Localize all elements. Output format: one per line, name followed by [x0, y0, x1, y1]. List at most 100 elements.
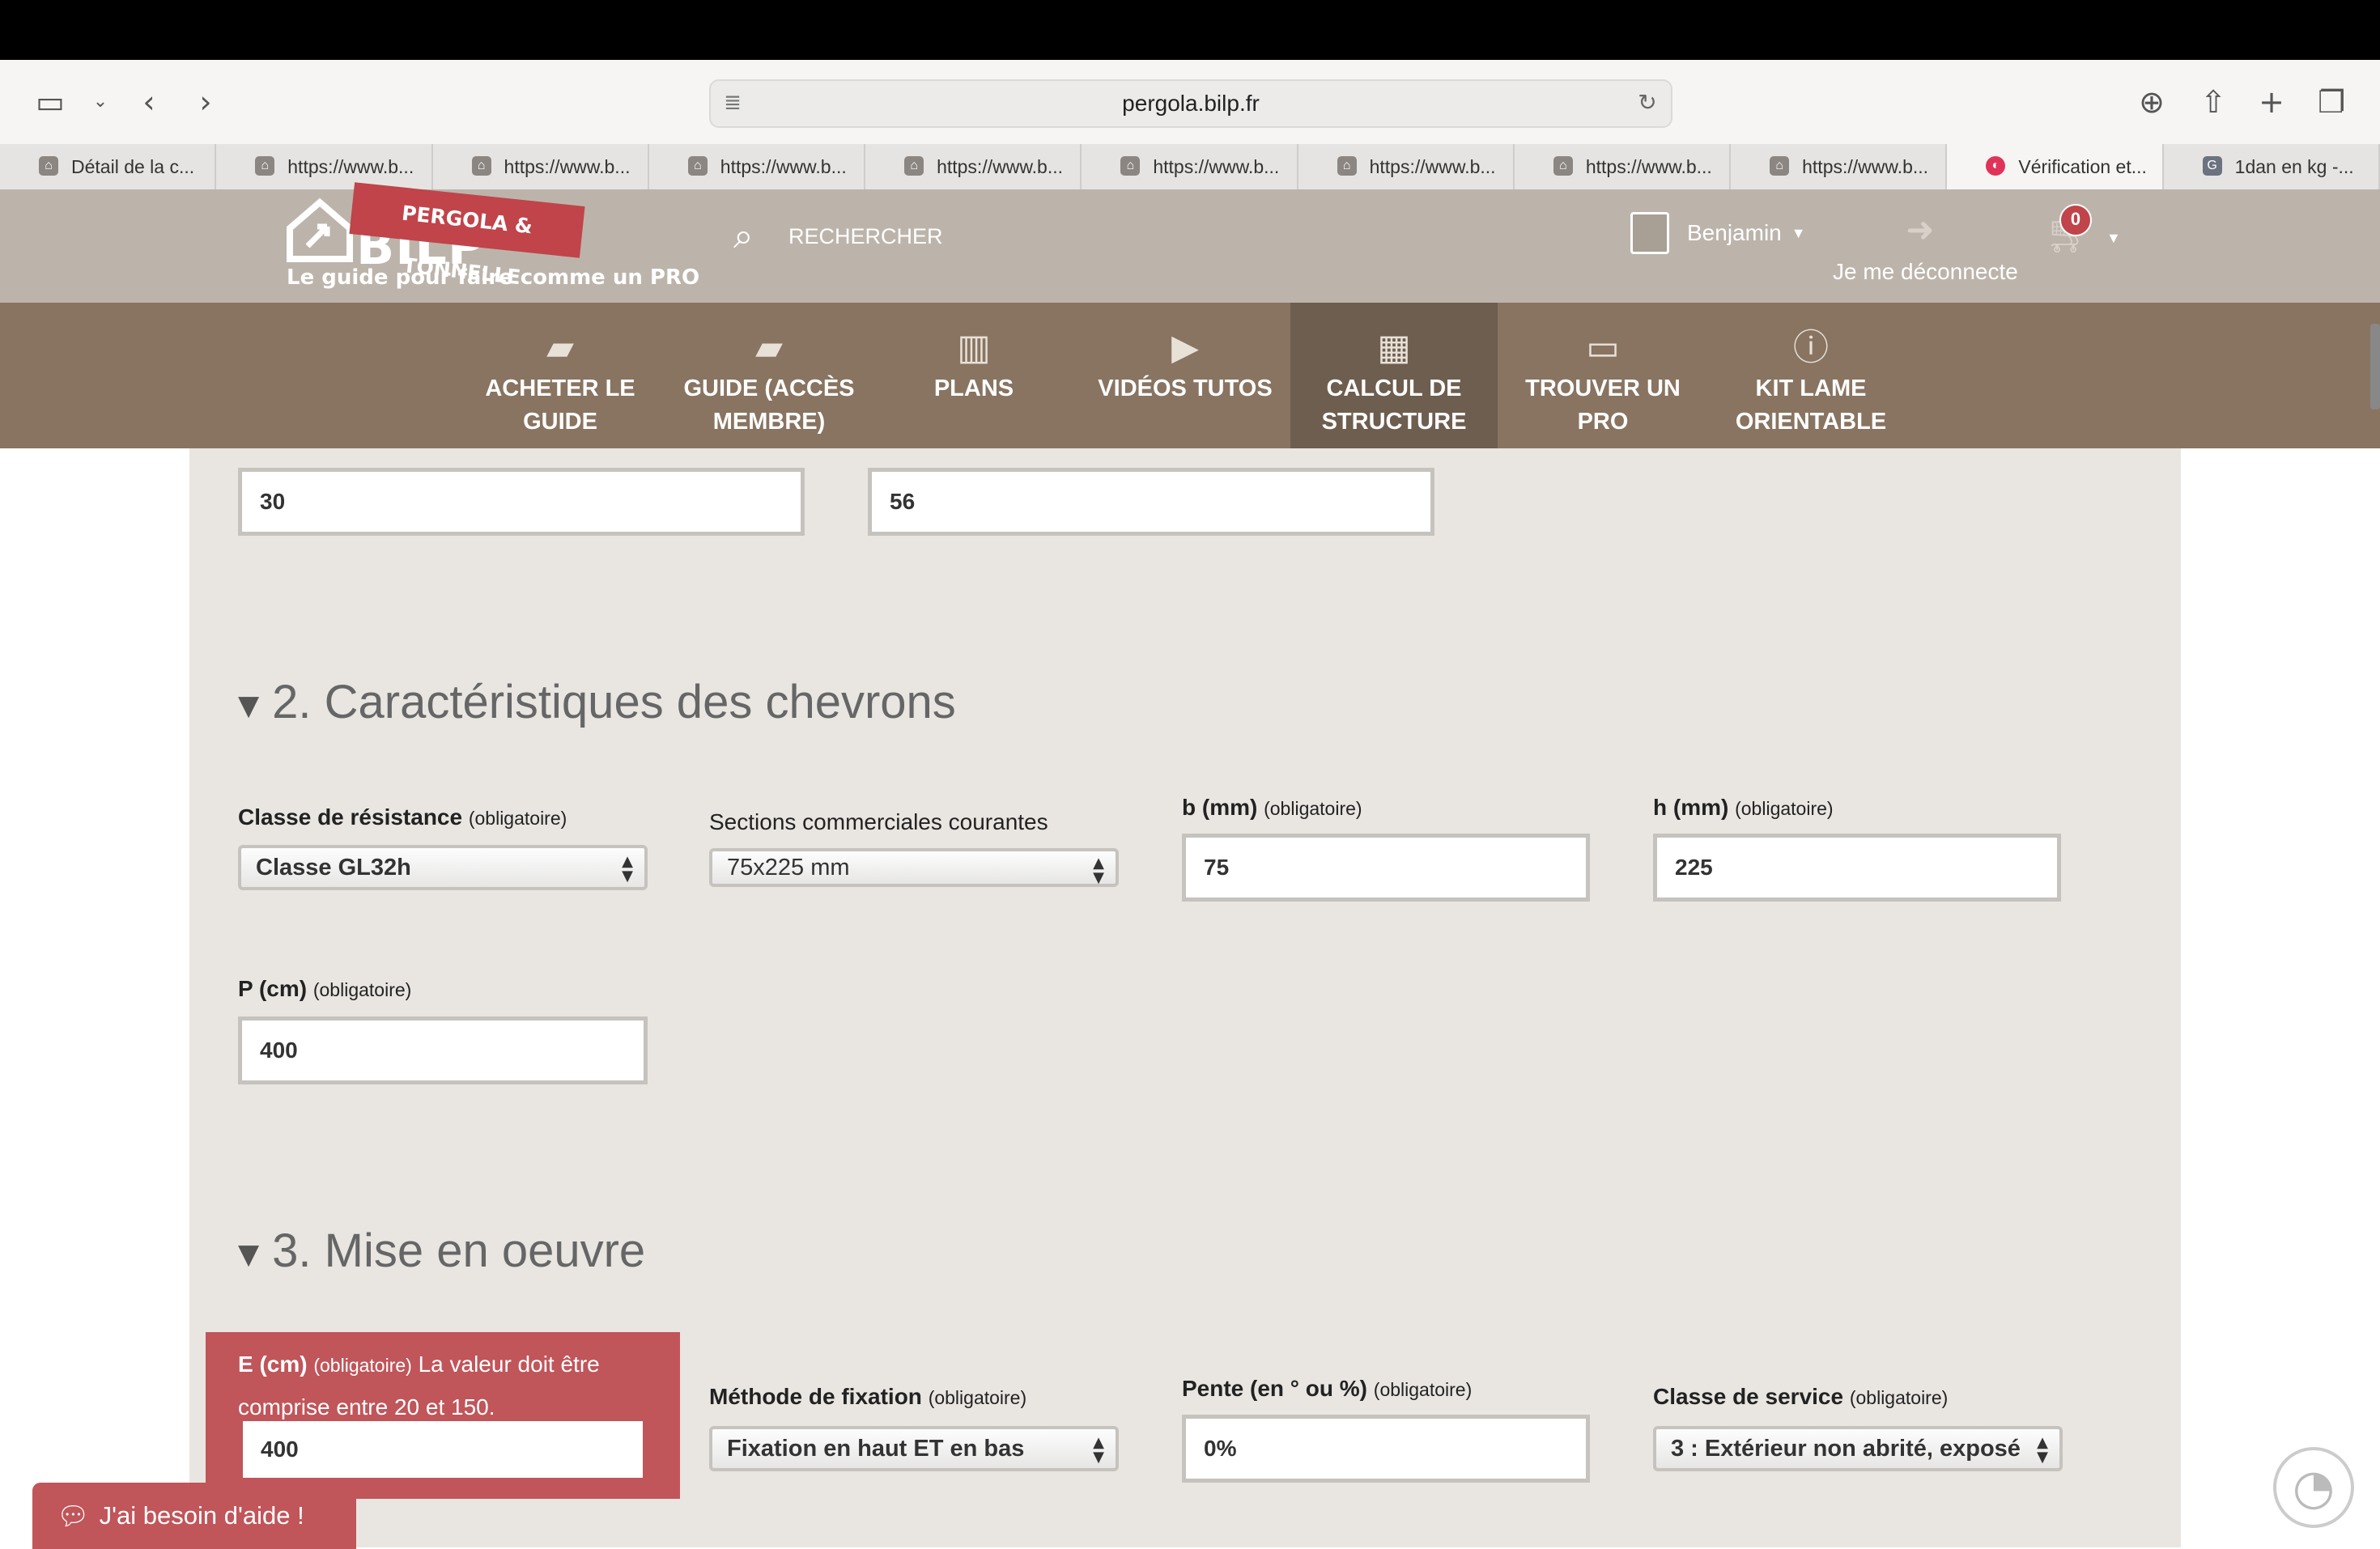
section1-field-b-input[interactable]: 56 [868, 468, 1434, 536]
user-menu[interactable]: Benjamin ▼ [1630, 212, 1806, 254]
site-favicon-icon: ⌂ [1337, 156, 1357, 176]
download-icon[interactable]: ⊕ [2132, 83, 2171, 121]
collapse-triangle-icon: ▼ [238, 1237, 260, 1271]
folder-open-icon: ▭ [1586, 327, 1620, 368]
tab-label: Vérification et... [2018, 156, 2147, 177]
sections-commerciales-label: Sections commerciales courantes [709, 809, 1048, 834]
nav-acheter-guide[interactable]: ▰ ACHETER LE GUIDE [482, 303, 638, 448]
scrollbar-thumb[interactable] [2370, 324, 2380, 410]
sections-commerciales-select[interactable]: 75x225 mm ▲ ▼ [709, 848, 1119, 887]
tab-label: https://www.b... [1802, 156, 1929, 177]
chevron-down-icon[interactable]: ⌄ [81, 83, 120, 121]
search-icon: ⌕ [733, 215, 754, 257]
site-favicon-icon: ⌂ [255, 156, 275, 176]
nav-label: STRUCTURE [1321, 409, 1467, 435]
section3-title[interactable]: ▼ 3. Mise en oeuvre [238, 1224, 645, 1278]
sidebar-toggle-icon[interactable]: ▭ [31, 83, 70, 121]
tab[interactable]: ⌂ https://www.b... [1298, 144, 1515, 189]
logo-house-icon[interactable] [285, 196, 355, 264]
cart-caret-icon[interactable]: ▼ [2106, 230, 2121, 247]
b-mm-input[interactable]: 75 [1182, 834, 1590, 902]
caret-down-icon: ▼ [1791, 224, 1806, 241]
label-text: Pente (en ° ou %) [1182, 1376, 1367, 1401]
classe-resistance-select[interactable]: Classe GL32h ▲ ▼ [238, 845, 648, 890]
section1-field-a-input[interactable]: 30 [238, 468, 805, 536]
pente-input[interactable]: 0% [1182, 1415, 1590, 1483]
select-value: 75x225 mm [727, 854, 850, 881]
nav-guide-membre[interactable]: ▰ GUIDE (ACCÈS MEMBRE) [674, 303, 865, 448]
nav-trouver-pro[interactable]: ▭ TROUVER UN PRO [1514, 303, 1692, 448]
tab-overview-icon[interactable]: ❐ [2312, 83, 2351, 121]
section2-title[interactable]: ▼ 2. Caractéristiques des chevrons [238, 675, 956, 729]
address-bar[interactable]: ≣ pergola.bilp.fr ↻ [709, 79, 1672, 128]
site-favicon-icon: ⌂ [904, 156, 924, 176]
p-cm-input[interactable]: 400 [238, 1016, 648, 1084]
tab[interactable]: G 1dan en kg -... [2164, 144, 2380, 189]
reload-icon[interactable]: ↻ [1634, 89, 1661, 117]
nav-plans[interactable]: ▥ PLANS [899, 303, 1049, 448]
site-favicon-icon: ⌂ [687, 156, 708, 176]
nav-kit-lame[interactable]: ⓘ KIT LAME ORIENTABLE [1724, 303, 1898, 448]
book-icon: ▰ [546, 327, 574, 368]
tab-label: https://www.b... [937, 156, 1064, 177]
error-message: comprise entre 20 et 150. [238, 1394, 495, 1420]
required-hint: (obligatoire) [1373, 1379, 1473, 1400]
cookie-settings-icon[interactable]: ◔ [2273, 1447, 2354, 1528]
site-favicon-icon: ⌂ [1120, 156, 1141, 176]
tab-active[interactable]: ◐ Vérification et... [1947, 144, 2164, 189]
tab[interactable]: ⌂ Détail de la c... [0, 144, 217, 189]
tab[interactable]: ⌂ https://www.b... [433, 144, 649, 189]
tab[interactable]: ⌂ https://www.b... [1515, 144, 1732, 189]
nav-label: CALCUL DE [1326, 376, 1462, 401]
forward-icon[interactable]: › [186, 83, 225, 121]
tab-label: https://www.b... [287, 156, 414, 177]
search-link[interactable]: ⌕ RECHERCHER [733, 212, 943, 261]
user-name: Benjamin [1687, 220, 1782, 245]
tab-label: https://www.b... [1369, 156, 1496, 177]
select-value: Fixation en haut ET en bas [727, 1435, 1025, 1462]
tab-label: 1dan en kg -... [2234, 156, 2354, 177]
map-icon: ▥ [957, 327, 991, 368]
info-icon: ⓘ [1793, 327, 1829, 368]
h-mm-input[interactable]: 225 [1653, 834, 2061, 902]
label-text: Classe de service [1653, 1384, 1844, 1409]
nav-videos-tutos[interactable]: ▶ VIDÉOS TUTOS [1088, 303, 1282, 448]
required-hint: (obligatoire) [928, 1387, 1027, 1408]
nav-label: KIT LAME [1755, 376, 1867, 401]
logout-link[interactable]: Je me déconnecte [1833, 259, 2018, 285]
select-arrows-icon: ▲ ▼ [1093, 855, 1104, 886]
required-hint: (obligatoire) [1849, 1387, 1949, 1408]
required-hint: (obligatoire) [1735, 798, 1834, 819]
classe-service-select[interactable]: 3 : Extérieur non abrité, exposé ▲ ▼ [1653, 1426, 2063, 1471]
share-icon[interactable]: ⇧ [2194, 83, 2233, 121]
section3-title-text: 3. Mise en oeuvre [272, 1224, 646, 1277]
nav-label: VIDÉOS TUTOS [1098, 376, 1273, 401]
tab-label: https://www.b... [504, 156, 631, 177]
nav-label: MEMBRE) [712, 409, 826, 435]
tab[interactable]: ⌂ https://www.b... [1731, 144, 1948, 189]
methode-fixation-select[interactable]: Fixation en haut ET en bas ▲ ▼ [709, 1426, 1119, 1471]
back-icon[interactable]: ‹ [130, 83, 168, 121]
user-card-icon [1630, 212, 1669, 254]
new-tab-icon[interactable]: + [2252, 83, 2291, 121]
site-favicon-icon: ⌂ [1770, 156, 1790, 176]
tab-label: https://www.b... [720, 156, 847, 177]
tab[interactable]: ⌂ https://www.b... [649, 144, 866, 189]
help-chat-button[interactable]: 💬︎ J'ai besoin d'aide ! [32, 1483, 356, 1549]
select-arrows-icon: ▲ ▼ [2037, 1434, 2048, 1466]
label-text: P (cm) [238, 976, 308, 1001]
help-label: J'ai besoin d'aide ! [99, 1501, 304, 1530]
label-text: b (mm) [1182, 795, 1258, 820]
site-favicon-icon: ⌂ [471, 156, 491, 176]
select-value: Classe GL32h [256, 854, 411, 881]
nav-label: GUIDE [523, 409, 597, 435]
tab[interactable]: ⌂ https://www.b... [216, 144, 433, 189]
logout-icon[interactable]: ➜ [1901, 210, 1940, 249]
classe-service-label: Classe de service (obligatoire) [1653, 1384, 1948, 1410]
nav-calcul-structure[interactable]: ▦ CALCUL DE STRUCTURE [1290, 303, 1498, 448]
select-arrows-icon: ▲ ▼ [622, 853, 633, 885]
site-favicon-icon: ⌂ [39, 156, 58, 176]
tab[interactable]: ⌂ https://www.b... [1082, 144, 1298, 189]
e-cm-input[interactable]: 400 [243, 1421, 643, 1478]
tab[interactable]: ⌂ https://www.b... [865, 144, 1082, 189]
